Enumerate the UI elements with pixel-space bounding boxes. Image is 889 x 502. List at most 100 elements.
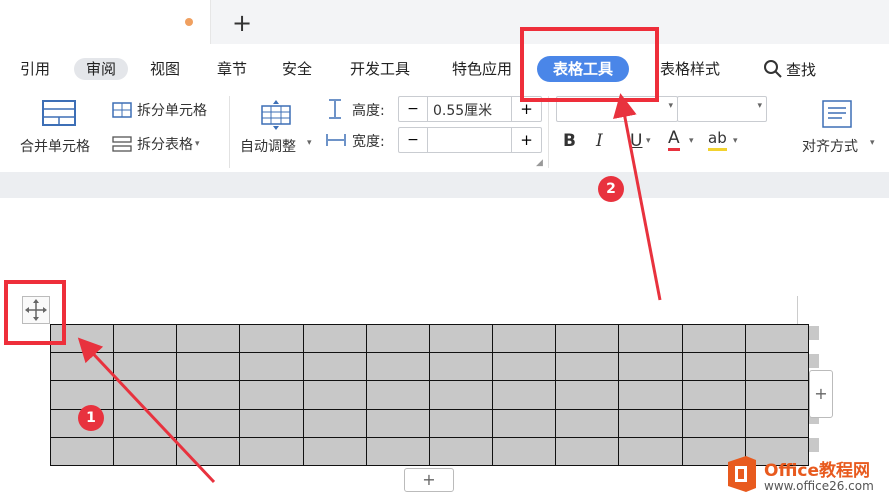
table-cell[interactable]	[302, 408, 367, 438]
table-cell[interactable]	[428, 352, 494, 382]
table-cell[interactable]	[492, 380, 557, 410]
underline-button[interactable]: U	[630, 131, 642, 151]
table-cell[interactable]	[113, 408, 178, 438]
table-cell[interactable]	[618, 352, 683, 382]
tab-security[interactable]: 安全	[282, 58, 312, 80]
table-cell[interactable]	[555, 380, 620, 410]
width-increase-button[interactable]: +	[511, 128, 541, 152]
split-cells-button[interactable]: 拆分单元格	[112, 100, 207, 120]
table-cell[interactable]	[365, 408, 430, 438]
table-cell[interactable]	[744, 380, 810, 410]
table-cell[interactable]	[49, 352, 115, 382]
tab-review[interactable]: 审阅	[74, 58, 129, 80]
table-cell[interactable]	[302, 323, 367, 354]
add-column-button[interactable]: +	[809, 370, 833, 418]
table-cell[interactable]	[681, 323, 746, 354]
table-cell[interactable]	[176, 323, 241, 354]
width-label: 宽度:	[352, 134, 385, 150]
table-cell[interactable]	[365, 323, 430, 354]
auto-fit-button[interactable]: 自动调整 ▾	[240, 98, 318, 162]
office-logo-icon	[728, 456, 756, 492]
tab-developer[interactable]: 开发工具	[350, 58, 410, 80]
new-tab-button[interactable]: +	[230, 8, 254, 38]
table-cell[interactable]	[113, 323, 178, 354]
table-cell[interactable]	[681, 352, 746, 382]
table-cell[interactable]	[492, 352, 557, 382]
table-cell[interactable]	[365, 352, 430, 382]
table-cell[interactable]	[618, 408, 683, 438]
bold-button[interactable]: B	[563, 131, 576, 151]
auto-fit-icon	[261, 100, 291, 130]
table-cell[interactable]	[428, 380, 494, 410]
dialog-launcher-icon[interactable]: ◢	[536, 158, 543, 168]
width-decrease-button[interactable]: −	[399, 128, 428, 152]
annotation-box-table-tools	[520, 27, 659, 102]
table-cell[interactable]	[239, 352, 304, 382]
merge-cells-button[interactable]: 合并单元格	[20, 98, 100, 162]
table-cell[interactable]	[744, 408, 810, 438]
tab-special-apps[interactable]: 特色应用	[452, 58, 512, 80]
highlight-button[interactable]: ab	[708, 129, 727, 151]
table-cell[interactable]	[428, 436, 494, 467]
table-cell[interactable]	[555, 352, 620, 382]
column-width-icon	[326, 134, 346, 146]
table-cell[interactable]	[428, 408, 494, 438]
table-cell[interactable]	[113, 380, 178, 410]
align-button[interactable]: 对齐方式 ▾	[802, 98, 882, 162]
search-button[interactable]: 查找	[763, 58, 816, 80]
ribbon-tab-bar	[0, 44, 889, 92]
table-cell[interactable]	[302, 352, 367, 382]
table-cell[interactable]	[113, 436, 178, 467]
table-cell[interactable]	[239, 436, 304, 467]
watermark-title: Office教程网	[764, 461, 871, 481]
height-decrease-button[interactable]: −	[399, 97, 428, 121]
table-cell[interactable]	[492, 436, 557, 467]
table-row	[49, 323, 810, 354]
table-cell[interactable]	[681, 408, 746, 438]
table-cell[interactable]	[239, 408, 304, 438]
margin-guide	[797, 296, 798, 324]
search-label: 查找	[786, 60, 817, 79]
table-row	[49, 436, 810, 467]
table-cell[interactable]	[176, 352, 241, 382]
table-cell[interactable]	[176, 380, 241, 410]
document-table[interactable]	[49, 323, 810, 467]
auto-fit-label: 自动调整	[240, 139, 296, 155]
font-color-button[interactable]: A	[668, 129, 680, 151]
table-cell[interactable]	[302, 380, 367, 410]
table-cell[interactable]	[239, 380, 304, 410]
tab-references[interactable]: 引用	[20, 58, 50, 80]
tab-chapter[interactable]: 章节	[217, 58, 247, 80]
table-cell[interactable]	[555, 408, 620, 438]
table-cell[interactable]	[365, 436, 430, 467]
italic-button[interactable]: I	[596, 131, 603, 151]
table-cell[interactable]	[492, 408, 557, 438]
table-cell[interactable]	[681, 380, 746, 410]
font-size-select[interactable]: ▾	[677, 96, 767, 122]
table-cell[interactable]	[49, 436, 115, 467]
dropdown-caret-icon: ▾	[646, 136, 651, 146]
table-cell[interactable]	[176, 436, 241, 467]
table-cell[interactable]	[744, 323, 810, 354]
table-cell[interactable]	[744, 352, 810, 382]
table-cell[interactable]	[176, 408, 241, 438]
table-cell[interactable]	[239, 323, 304, 354]
add-row-button[interactable]: +	[404, 468, 454, 492]
tab-table-style[interactable]: 表格样式	[660, 58, 720, 80]
table-cell[interactable]	[555, 323, 620, 354]
table-cell[interactable]	[618, 380, 683, 410]
split-table-button[interactable]: 拆分表格 ▾	[112, 134, 200, 154]
table-cell[interactable]	[365, 380, 430, 410]
document-tab[interactable]	[0, 0, 211, 44]
tab-view[interactable]: 视图	[150, 58, 180, 80]
table-cell[interactable]	[555, 436, 620, 467]
table-cell[interactable]	[113, 352, 178, 382]
table-cell[interactable]	[49, 380, 115, 410]
height-value-input[interactable]: 0.55厘米	[433, 100, 492, 120]
table-cell[interactable]	[302, 436, 367, 467]
table-cell[interactable]	[492, 323, 557, 354]
table-cell[interactable]	[428, 323, 494, 354]
table-cell[interactable]	[618, 323, 683, 354]
table-cell[interactable]	[618, 436, 683, 467]
dropdown-caret-icon: ▾	[668, 101, 673, 111]
